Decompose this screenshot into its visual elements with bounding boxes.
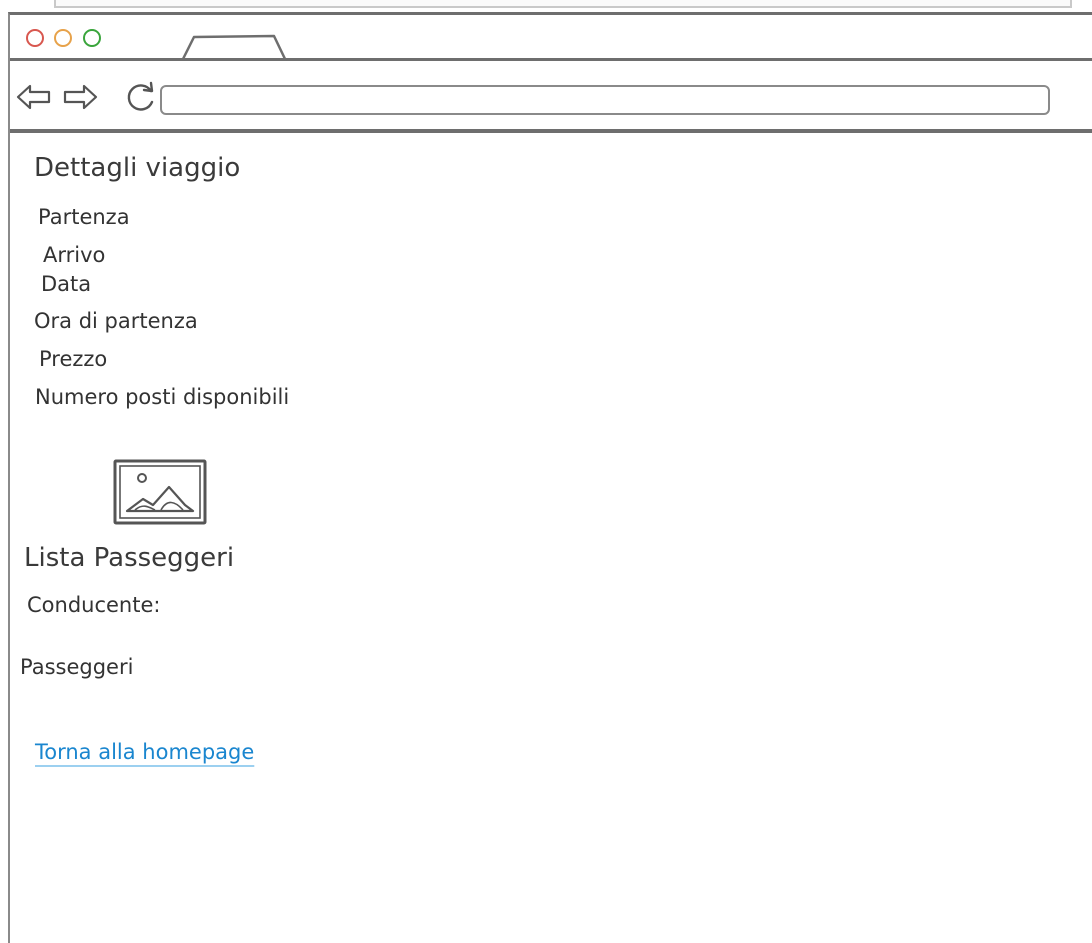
departure-time-label: Ora di partenza [34, 309, 198, 333]
image-placeholder-icon [113, 459, 207, 525]
back-arrow-icon[interactable] [16, 83, 52, 111]
driver-label: Conducente: [27, 593, 161, 617]
navigation-bar [10, 61, 1092, 133]
address-bar-input[interactable] [160, 85, 1050, 115]
tab-shape-icon [180, 34, 288, 61]
passengers-label: Passeggeri [20, 655, 134, 679]
browser-window: Dettagli viaggio Partenza Arrivo Data Or… [8, 12, 1092, 943]
top-strip [54, 0, 1072, 8]
trip-details-title: Dettagli viaggio [34, 153, 241, 183]
departure-label: Partenza [38, 205, 130, 229]
price-label: Prezzo [39, 347, 108, 371]
available-seats-label: Numero posti disponibili [35, 385, 290, 409]
title-bar [10, 15, 1092, 61]
page-content: Dettagli viaggio Partenza Arrivo Data Or… [10, 133, 1092, 943]
arrival-label: Arrivo [43, 243, 106, 267]
reload-icon[interactable] [124, 80, 158, 114]
passenger-list-title: Lista Passeggeri [24, 543, 235, 573]
close-window-button[interactable] [26, 29, 44, 47]
forward-arrow-icon[interactable] [62, 83, 98, 111]
minimize-window-button[interactable] [54, 29, 72, 47]
date-label: Data [41, 272, 92, 296]
wireframe-canvas: Dettagli viaggio Partenza Arrivo Data Or… [0, 0, 1092, 943]
browser-tab[interactable] [180, 33, 290, 61]
maximize-window-button[interactable] [83, 29, 101, 47]
back-to-homepage-link[interactable]: Torna alla homepage [35, 740, 254, 764]
